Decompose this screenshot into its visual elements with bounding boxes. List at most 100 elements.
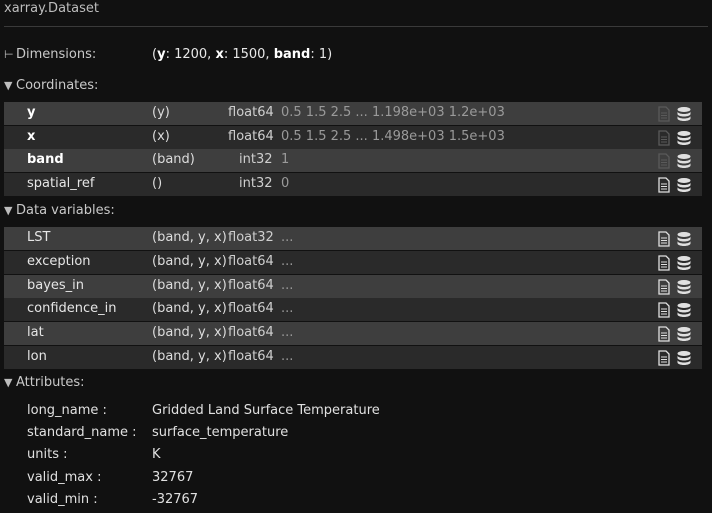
data-var-row-lat[interactable]: lat (band, y, x) float64 ...	[4, 322, 702, 345]
row-icons	[656, 130, 696, 146]
var-preview: 0	[281, 176, 290, 191]
attr-key: long_name :	[27, 403, 107, 418]
file-text-icon[interactable]	[656, 231, 672, 247]
object-type-title: xarray.Dataset	[4, 1, 99, 16]
var-preview: 1	[281, 152, 290, 167]
database-icon[interactable]	[676, 106, 692, 122]
caret-down-icon: ▼	[4, 376, 13, 389]
coord-row-x[interactable]: x (x) float64 0.5 1.5 2.5 ... 1.498e+03 …	[4, 126, 702, 149]
var-dtype: float64	[228, 278, 274, 293]
database-icon[interactable]	[676, 279, 692, 295]
var-dtype: float64	[228, 349, 274, 364]
attr-key: standard_name :	[27, 425, 137, 440]
attr-value: K	[152, 447, 161, 462]
row-icons	[656, 326, 696, 342]
var-preview: ...	[281, 325, 294, 340]
data-var-row-confidence-in[interactable]: confidence_in (band, y, x) float64 ...	[4, 298, 702, 321]
var-name: exception	[27, 254, 91, 269]
database-icon[interactable]	[676, 350, 692, 366]
attr-value: -32767	[152, 492, 199, 507]
row-icons	[656, 231, 696, 247]
var-name: bayes_in	[27, 278, 85, 293]
var-dims: (band, y, x)	[152, 325, 227, 340]
dimensions-section-header[interactable]: ⊢ Dimensions:	[4, 47, 96, 62]
var-name: lat	[27, 325, 44, 340]
dimensions-value: (y: 1200, x: 1500, band: 1)	[152, 47, 333, 62]
dimensions-label: Dimensions:	[16, 47, 97, 62]
row-icons	[656, 153, 696, 169]
dim-x-size: : 1500,	[223, 47, 274, 62]
var-dims: (band)	[152, 152, 195, 167]
var-preview: ...	[281, 278, 294, 293]
database-icon[interactable]	[676, 130, 692, 146]
var-dims: ()	[152, 176, 163, 191]
var-dims: (y)	[152, 105, 170, 120]
file-text-icon[interactable]	[656, 153, 672, 169]
var-name: lon	[27, 349, 47, 364]
var-dtype: float64	[228, 105, 274, 120]
data-variables-section-header[interactable]: ▼ Data variables:	[4, 203, 115, 218]
file-text-icon[interactable]	[656, 302, 672, 318]
var-name: LST	[27, 230, 51, 245]
file-text-icon[interactable]	[656, 350, 672, 366]
attr-key: units :	[27, 447, 68, 462]
coord-row-band[interactable]: band (band) int32 1	[4, 149, 702, 172]
coordinates-label: Coordinates:	[16, 78, 99, 93]
data-var-row-bayes-in[interactable]: bayes_in (band, y, x) float64 ...	[4, 275, 702, 298]
database-icon[interactable]	[676, 231, 692, 247]
attributes-section-header[interactable]: ▼ Attributes:	[4, 375, 85, 390]
database-icon[interactable]	[676, 302, 692, 318]
file-text-icon[interactable]	[656, 177, 672, 193]
xarray-dataset-view: xarray.Dataset ⊢ Dimensions: (y: 1200, x:…	[0, 0, 712, 513]
file-text-icon[interactable]	[656, 279, 672, 295]
var-dims: (band, y, x)	[152, 349, 227, 364]
coordinates-section-header[interactable]: ▼ Coordinates:	[4, 78, 98, 93]
var-name: spatial_ref	[27, 176, 95, 191]
caret-down-icon: ▼	[4, 79, 13, 92]
caret-down-icon: ▼	[4, 204, 13, 217]
row-icons	[656, 177, 696, 193]
dash-arrow-icon: ⊢	[4, 48, 14, 61]
var-dims: (x)	[152, 129, 170, 144]
var-name: y	[27, 105, 36, 120]
file-text-icon[interactable]	[656, 255, 672, 271]
var-dtype: int32	[239, 176, 273, 191]
var-dtype: float64	[228, 254, 274, 269]
var-preview: 0.5 1.5 2.5 ... 1.498e+03 1.5e+03	[281, 129, 505, 144]
coord-row-spatial-ref[interactable]: spatial_ref () int32 0	[4, 173, 702, 196]
var-preview: ...	[281, 301, 294, 316]
var-name: band	[27, 152, 64, 167]
var-dtype: float64	[228, 301, 274, 316]
var-dtype: int32	[239, 152, 273, 167]
attributes-label: Attributes:	[16, 375, 85, 390]
database-icon[interactable]	[676, 255, 692, 271]
coord-row-y[interactable]: y (y) float64 0.5 1.5 2.5 ... 1.198e+03 …	[4, 102, 702, 125]
attr-key: valid_max :	[27, 470, 102, 485]
file-text-icon[interactable]	[656, 326, 672, 342]
attr-value: Gridded Land Surface Temperature	[152, 403, 380, 418]
dim-band-size: : 1)	[310, 47, 333, 62]
var-dims: (band, y, x)	[152, 301, 227, 316]
var-dims: (band, y, x)	[152, 278, 227, 293]
data-var-row-exception[interactable]: exception (band, y, x) float64 ...	[4, 251, 702, 274]
dim-y-name: y	[157, 47, 166, 62]
dim-band-name: band	[273, 47, 311, 62]
attr-value: surface_temperature	[152, 425, 289, 440]
file-text-icon[interactable]	[656, 130, 672, 146]
row-icons	[656, 350, 696, 366]
database-icon[interactable]	[676, 153, 692, 169]
row-icons	[656, 106, 696, 122]
file-text-icon[interactable]	[656, 106, 672, 122]
row-icons	[656, 279, 696, 295]
var-preview: 0.5 1.5 2.5 ... 1.198e+03 1.2e+03	[281, 105, 505, 120]
var-dtype: float64	[228, 325, 274, 340]
var-name: x	[27, 129, 36, 144]
data-var-row-lst[interactable]: LST (band, y, x) float32 ...	[4, 227, 702, 250]
data-var-row-lon[interactable]: lon (band, y, x) float64 ...	[4, 346, 702, 369]
database-icon[interactable]	[676, 177, 692, 193]
row-icons	[656, 255, 696, 271]
database-icon[interactable]	[676, 326, 692, 342]
data-variables-label: Data variables:	[16, 203, 115, 218]
var-name: confidence_in	[27, 301, 117, 316]
header-divider	[4, 26, 708, 27]
